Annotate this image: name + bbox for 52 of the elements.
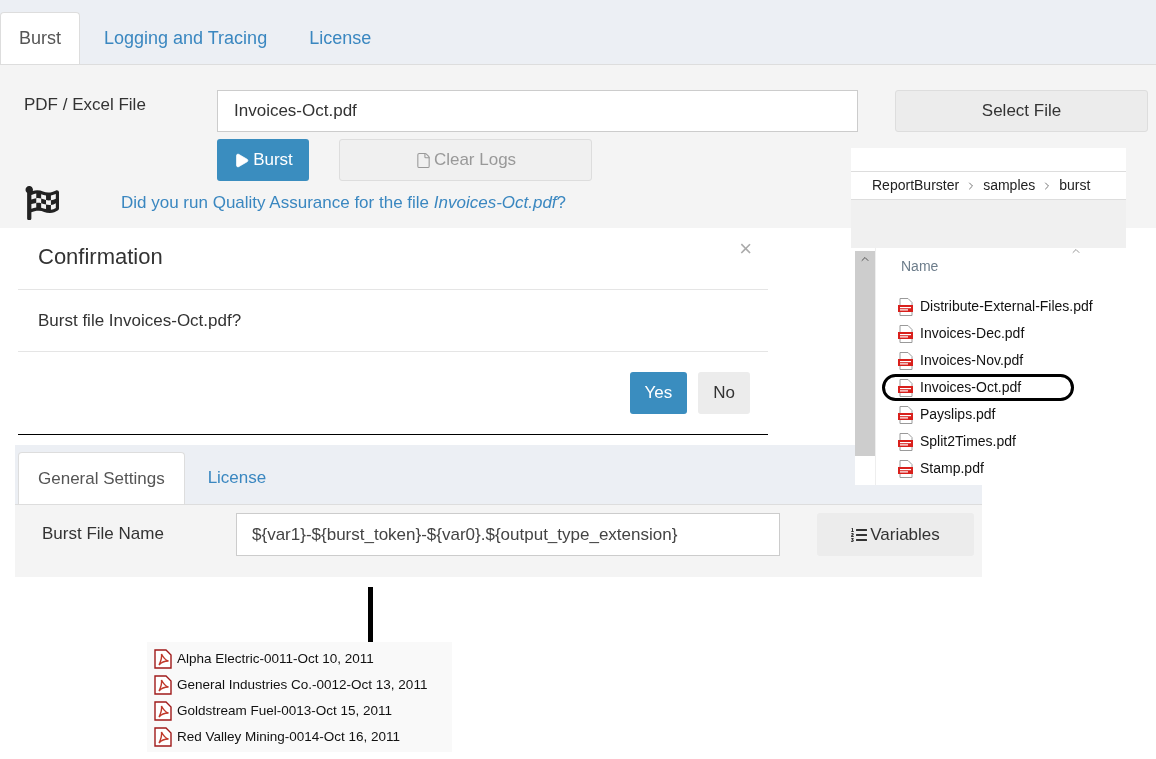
burst-file-name-input[interactable]: ${var1}-${burst_token}-${var0}.${output_type_extension} [236, 513, 780, 556]
file-name: Split2Times.pdf [920, 432, 1016, 451]
file-name: Invoices-Oct.pdf [920, 378, 1022, 397]
pdf-file-icon [898, 432, 914, 451]
pdf-file-icon [898, 351, 914, 370]
pdf-document-icon [153, 675, 173, 695]
scrollbar[interactable] [855, 251, 875, 456]
select-file-button[interactable]: Select File [895, 90, 1148, 132]
pdf-file-icon [898, 324, 914, 343]
file-name: Invoices-Dec.pdf [920, 324, 1025, 343]
pdf-file-icon [898, 378, 914, 397]
qa-link[interactable]: Did you run Quality Assurance for the file Invoices-Oct.pdf? [121, 190, 567, 216]
output-file-name: Goldstream Fuel-0013-Oct 15, 2011 [177, 701, 393, 720]
file-row[interactable]: Payslips.pdf [882, 401, 1074, 428]
file-row[interactable]: Split2Times.pdf [882, 428, 1074, 455]
dialog-button[interactable]: No [698, 372, 750, 414]
file-input[interactable]: Invoices-Oct.pdf [217, 90, 858, 132]
name-column-header[interactable]: Name [886, 248, 1156, 277]
output-file-name: Red Valley Mining-0014-Oct 16, 2011 [177, 727, 401, 746]
tab[interactable]: General Settings [18, 452, 185, 504]
file-row[interactable]: Distribute-External-Files.pdf [882, 293, 1102, 320]
pdf-document-icon [153, 649, 173, 669]
file-row[interactable]: Invoices-Oct.pdf [882, 374, 1074, 401]
field-label: PDF / Excel File [23, 94, 147, 116]
pdf-file-icon [898, 459, 914, 478]
output-file-name: Alpha Electric-0011-Oct 10, 2011 [177, 649, 374, 668]
file-name: Payslips.pdf [920, 405, 996, 424]
file-row[interactable]: Invoices-Nov.pdf [882, 347, 1074, 374]
breadcrumb-item[interactable]: burst [1059, 175, 1091, 196]
tab[interactable]: Burst [0, 12, 80, 64]
breadcrumb-item[interactable]: samples [983, 175, 1036, 196]
play-icon [233, 151, 251, 169]
checkered-flag-icon [25, 186, 59, 220]
file-name: Stamp.pdf [920, 459, 984, 478]
file-icon [414, 151, 432, 169]
breadcrumb-item[interactable]: ReportBurster [872, 175, 960, 196]
pdf-document-icon [153, 701, 173, 721]
numbered-list-icon [851, 526, 868, 543]
file-name: Invoices-Nov.pdf [920, 351, 1024, 370]
burst-button[interactable]: Burst [217, 139, 309, 181]
pdf-file-icon [898, 297, 914, 316]
file-name: Distribute-External-Files.pdf [920, 297, 1093, 316]
pdf-file-icon [898, 405, 914, 424]
field-label: Burst File Name [41, 523, 165, 545]
file-row[interactable]: Invoices-Dec.pdf [882, 320, 1074, 347]
file-row[interactable]: Stamp.pdf [882, 455, 1074, 482]
dialog-button[interactable]: Yes [629, 372, 688, 414]
variables-button[interactable]: Variables [817, 513, 974, 556]
dialog-message: Burst file Invoices-Oct.pdf? [38, 309, 242, 332]
pdf-document-icon [153, 727, 173, 747]
output-file-name: General Industries Co.-0012-Oct 13, 2011 [177, 675, 428, 694]
dialog-title: Confirmation [38, 243, 163, 271]
